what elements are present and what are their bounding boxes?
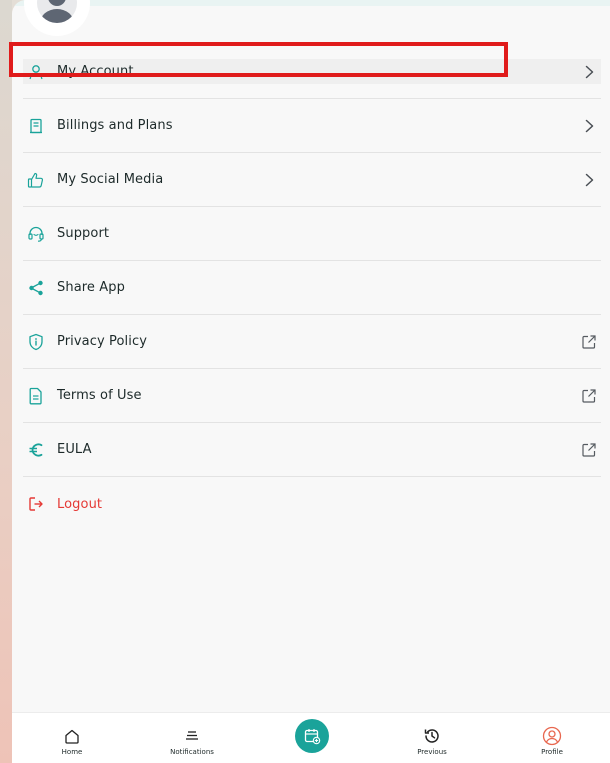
shield-info-icon <box>26 332 46 352</box>
receipt-icon <box>26 116 46 136</box>
menu-item-billings-and-plans[interactable]: Billings and Plans <box>23 99 601 153</box>
share-icon <box>26 278 46 298</box>
chevron-right-icon <box>580 117 598 135</box>
new-booking-button[interactable] <box>295 719 329 753</box>
menu-item-eula[interactable]: EULA <box>23 423 601 477</box>
menu-label: My Social Media <box>57 172 164 187</box>
nav-home[interactable]: Home <box>32 713 112 763</box>
menu-label: Logout <box>57 496 103 512</box>
background-strip <box>0 0 12 763</box>
nav-previous[interactable]: Previous <box>392 713 472 763</box>
menu-label: EULA <box>57 442 92 457</box>
thumbs-up-icon <box>26 170 46 190</box>
avatar[interactable] <box>24 0 90 36</box>
menu-item-terms-of-use[interactable]: Terms of Use <box>23 369 601 423</box>
home-icon <box>62 726 82 746</box>
chevron-right-icon <box>580 63 598 81</box>
header-band <box>12 0 610 6</box>
notifications-icon <box>182 726 202 746</box>
bottom-nav: Home Notifications Previous Profile <box>12 712 610 763</box>
logout-icon <box>26 494 46 514</box>
menu-label: Share App <box>57 280 125 295</box>
menu-item-share-app[interactable]: Share App <box>23 261 601 315</box>
profile-panel: My Account Billings and Plans My Social … <box>12 0 610 763</box>
nav-label: Previous <box>417 748 447 756</box>
document-icon <box>26 386 46 406</box>
nav-profile[interactable]: Profile <box>512 713 592 763</box>
external-link-icon <box>580 387 598 405</box>
menu-label: Support <box>57 226 110 241</box>
headset-icon <box>26 224 46 244</box>
nav-label: Notifications <box>170 748 214 756</box>
external-link-icon <box>580 441 598 459</box>
euro-icon <box>26 440 46 460</box>
profile-icon <box>542 726 562 746</box>
avatar-placeholder-icon <box>37 0 77 23</box>
history-icon <box>422 726 442 746</box>
menu-label: Privacy Policy <box>57 334 147 349</box>
nav-label: Home <box>61 748 83 756</box>
nav-label: Profile <box>541 748 563 756</box>
menu-item-privacy-policy[interactable]: Privacy Policy <box>23 315 601 369</box>
menu-item-logout[interactable]: Logout <box>23 477 601 531</box>
highlight-box <box>9 42 508 77</box>
settings-menu: My Account Billings and Plans My Social … <box>23 45 601 531</box>
menu-item-my-social-media[interactable]: My Social Media <box>23 153 601 207</box>
chevron-right-icon <box>580 171 598 189</box>
menu-item-support[interactable]: Support <box>23 207 601 261</box>
calendar-add-icon <box>304 729 321 745</box>
nav-notifications[interactable]: Notifications <box>152 713 232 763</box>
external-link-icon <box>580 333 598 351</box>
menu-label: Billings and Plans <box>57 118 173 133</box>
menu-label: Terms of Use <box>57 388 142 403</box>
